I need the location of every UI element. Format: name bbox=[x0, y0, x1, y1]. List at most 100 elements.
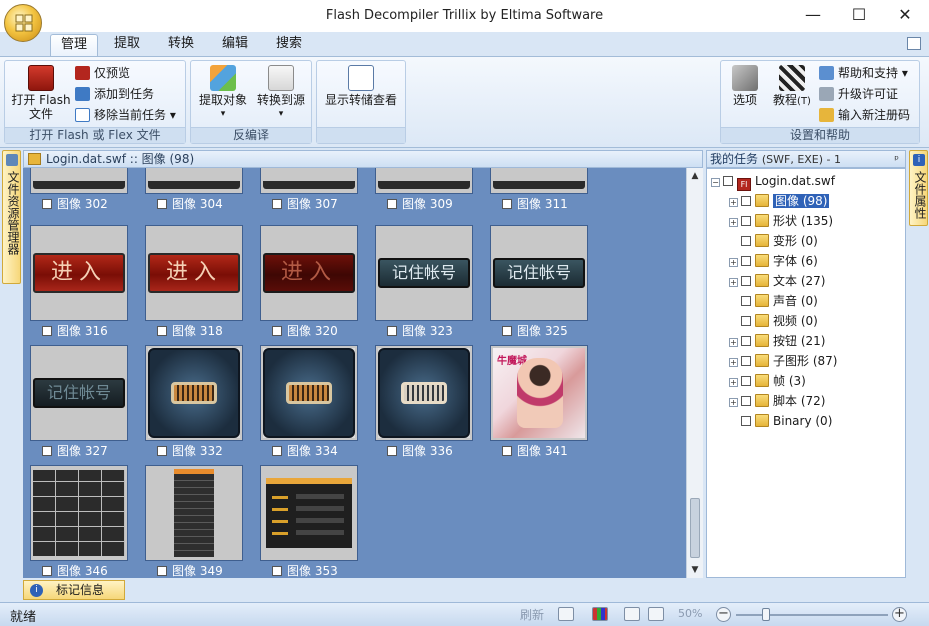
tree-checkbox[interactable] bbox=[741, 376, 751, 386]
tree-checkbox[interactable] bbox=[741, 336, 751, 346]
hand-tool-icon[interactable] bbox=[624, 607, 640, 621]
thumbnail-caption[interactable]: 图像 334 bbox=[272, 443, 338, 459]
options-button[interactable]: 选项 bbox=[725, 65, 765, 107]
expand-icon[interactable]: + bbox=[729, 218, 738, 227]
minimize-button[interactable]: — bbox=[790, 0, 836, 32]
remove-current-task-button[interactable]: 移除当前任务 ▾ bbox=[75, 106, 176, 125]
thumbnail-caption[interactable]: 图像 320 bbox=[272, 323, 338, 339]
preview-only-button[interactable]: 仅预览 bbox=[75, 64, 130, 83]
extract-objects-button[interactable]: 提取对象 ▾ bbox=[195, 65, 251, 121]
expand-icon[interactable]: + bbox=[729, 338, 738, 347]
thumbnail-checkbox[interactable] bbox=[42, 199, 52, 209]
thumbnail-checkbox[interactable] bbox=[272, 199, 282, 209]
thumbnail-caption[interactable]: 图像 309 bbox=[387, 196, 453, 212]
thumbnail-caption[interactable]: 图像 353 bbox=[272, 563, 338, 578]
thumbnail-caption[interactable]: 图像 332 bbox=[157, 443, 223, 459]
tree-node[interactable]: 变形 (0) bbox=[729, 231, 818, 251]
thumbnail-card[interactable] bbox=[145, 168, 243, 194]
tree-checkbox[interactable] bbox=[741, 276, 751, 286]
thumbnail-checkbox[interactable] bbox=[502, 199, 512, 209]
thumbnail-card[interactable]: 牛魔城 bbox=[490, 345, 588, 441]
thumbnail-caption[interactable]: 图像 325 bbox=[502, 323, 568, 339]
tree-node[interactable]: + 文本 (27) bbox=[729, 271, 825, 291]
thumbnail-card[interactable] bbox=[375, 345, 473, 441]
camera-icon[interactable] bbox=[558, 607, 574, 621]
thumbnail-caption[interactable]: 图像 318 bbox=[157, 323, 223, 339]
gallery-scrollbar[interactable]: ▲ ▼ bbox=[686, 168, 703, 578]
ribbon-options-icon[interactable] bbox=[907, 37, 921, 50]
upgrade-license-button[interactable]: 升级许可证 bbox=[819, 85, 898, 104]
thumbnail-caption[interactable]: 图像 304 bbox=[157, 196, 223, 212]
file-explorer-tab[interactable]: 文件资源管理器 bbox=[2, 150, 21, 284]
thumbnail-caption[interactable]: 图像 336 bbox=[387, 443, 453, 459]
thumbnail-checkbox[interactable] bbox=[387, 326, 397, 336]
thumbnail-checkbox[interactable] bbox=[502, 446, 512, 456]
thumbnail-checkbox[interactable] bbox=[157, 446, 167, 456]
thumbnail-card[interactable] bbox=[375, 168, 473, 194]
expand-icon[interactable]: + bbox=[729, 378, 738, 387]
thumbnail-caption[interactable]: 图像 307 bbox=[272, 196, 338, 212]
tree-checkbox[interactable] bbox=[741, 356, 751, 366]
scroll-down-icon[interactable]: ▼ bbox=[687, 562, 703, 578]
thumbnail-caption[interactable]: 图像 349 bbox=[157, 563, 223, 578]
tree-checkbox[interactable] bbox=[741, 236, 751, 246]
expand-icon[interactable]: + bbox=[729, 278, 738, 287]
maximize-button[interactable]: ☐ bbox=[836, 0, 882, 32]
fit-to-window-icon[interactable] bbox=[648, 607, 664, 621]
thumbnail-checkbox[interactable] bbox=[272, 326, 282, 336]
tree-checkbox[interactable] bbox=[741, 256, 751, 266]
thumbnail-checkbox[interactable] bbox=[157, 326, 167, 336]
tree-checkbox[interactable] bbox=[741, 196, 751, 206]
tree-node[interactable]: + 形状 (135) bbox=[729, 211, 833, 231]
thumbnail-card[interactable] bbox=[490, 168, 588, 194]
thumbnail-card[interactable] bbox=[30, 465, 128, 561]
thumbnail-checkbox[interactable] bbox=[502, 326, 512, 336]
thumbnail-caption[interactable]: 图像 346 bbox=[42, 563, 108, 578]
thumbnail-checkbox[interactable] bbox=[42, 326, 52, 336]
task-tree[interactable]: − Fl Login.dat.swf + 图像 (98) + 形状 (135) 变形 (0)… bbox=[706, 168, 906, 578]
thumbnail-caption[interactable]: 图像 341 bbox=[502, 443, 568, 459]
thumbnail-checkbox[interactable] bbox=[42, 566, 52, 576]
tree-node[interactable]: + 脚本 (72) bbox=[729, 391, 825, 411]
tree-node[interactable]: + 字体 (6) bbox=[729, 251, 818, 271]
thumbnail-checkbox[interactable] bbox=[157, 566, 167, 576]
tree-checkbox[interactable] bbox=[741, 416, 751, 426]
thumbnail-caption[interactable]: 图像 311 bbox=[502, 196, 568, 212]
open-flash-button[interactable]: 打开 Flash 文件 bbox=[9, 65, 73, 121]
thumbnail-checkbox[interactable] bbox=[272, 446, 282, 456]
thumbnail-card[interactable]: 记住帐号 bbox=[375, 225, 473, 321]
expand-icon[interactable]: + bbox=[729, 258, 738, 267]
tree-node[interactable]: Binary (0) bbox=[729, 411, 832, 431]
expand-icon[interactable]: + bbox=[729, 358, 738, 367]
tree-checkbox[interactable] bbox=[741, 316, 751, 326]
thumbnail-caption[interactable]: 图像 302 bbox=[42, 196, 108, 212]
scroll-up-icon[interactable]: ▲ bbox=[687, 168, 703, 184]
image-gallery[interactable]: 图像 302 图像 304 图像 307 图像 309 图像 311 进入 图像 316 进入… bbox=[23, 168, 686, 578]
thumbnail-checkbox[interactable] bbox=[42, 446, 52, 456]
add-to-task-button[interactable]: 添加到任务 bbox=[75, 85, 154, 104]
tab-manage[interactable]: 管理 bbox=[50, 34, 99, 56]
file-properties-tab[interactable]: i 文件属性 bbox=[909, 150, 928, 226]
background-color-icon[interactable] bbox=[592, 607, 608, 621]
thumbnail-card[interactable] bbox=[145, 465, 243, 561]
tutorial-button[interactable]: 教程(T) bbox=[769, 65, 815, 109]
zoom-out-icon[interactable]: − bbox=[716, 607, 731, 622]
tree-node[interactable]: 视频 (0) bbox=[729, 311, 818, 331]
thumbnail-card[interactable] bbox=[260, 465, 358, 561]
tree-checkbox[interactable] bbox=[741, 216, 751, 226]
mark-info-tab[interactable]: i 标记信息 bbox=[23, 580, 125, 600]
tree-node[interactable]: + 图像 (98) bbox=[729, 191, 830, 211]
zoom-slider-thumb[interactable] bbox=[762, 608, 771, 621]
thumbnail-card[interactable]: 进入 bbox=[30, 225, 128, 321]
tab-edit[interactable]: 编辑 bbox=[212, 34, 258, 56]
thumbnail-card[interactable]: 记住帐号 bbox=[30, 345, 128, 441]
show-dump-viewer-button[interactable]: 显示转储查看 bbox=[319, 65, 403, 107]
thumbnail-card[interactable] bbox=[145, 345, 243, 441]
thumbnail-caption[interactable]: 图像 323 bbox=[387, 323, 453, 339]
close-button[interactable]: ✕ bbox=[882, 0, 928, 32]
application-menu-orb[interactable] bbox=[4, 4, 42, 42]
tab-extract[interactable]: 提取 bbox=[104, 34, 150, 56]
thumbnail-card[interactable] bbox=[260, 345, 358, 441]
scrollbar-thumb[interactable] bbox=[690, 498, 700, 558]
thumbnail-checkbox[interactable] bbox=[387, 199, 397, 209]
